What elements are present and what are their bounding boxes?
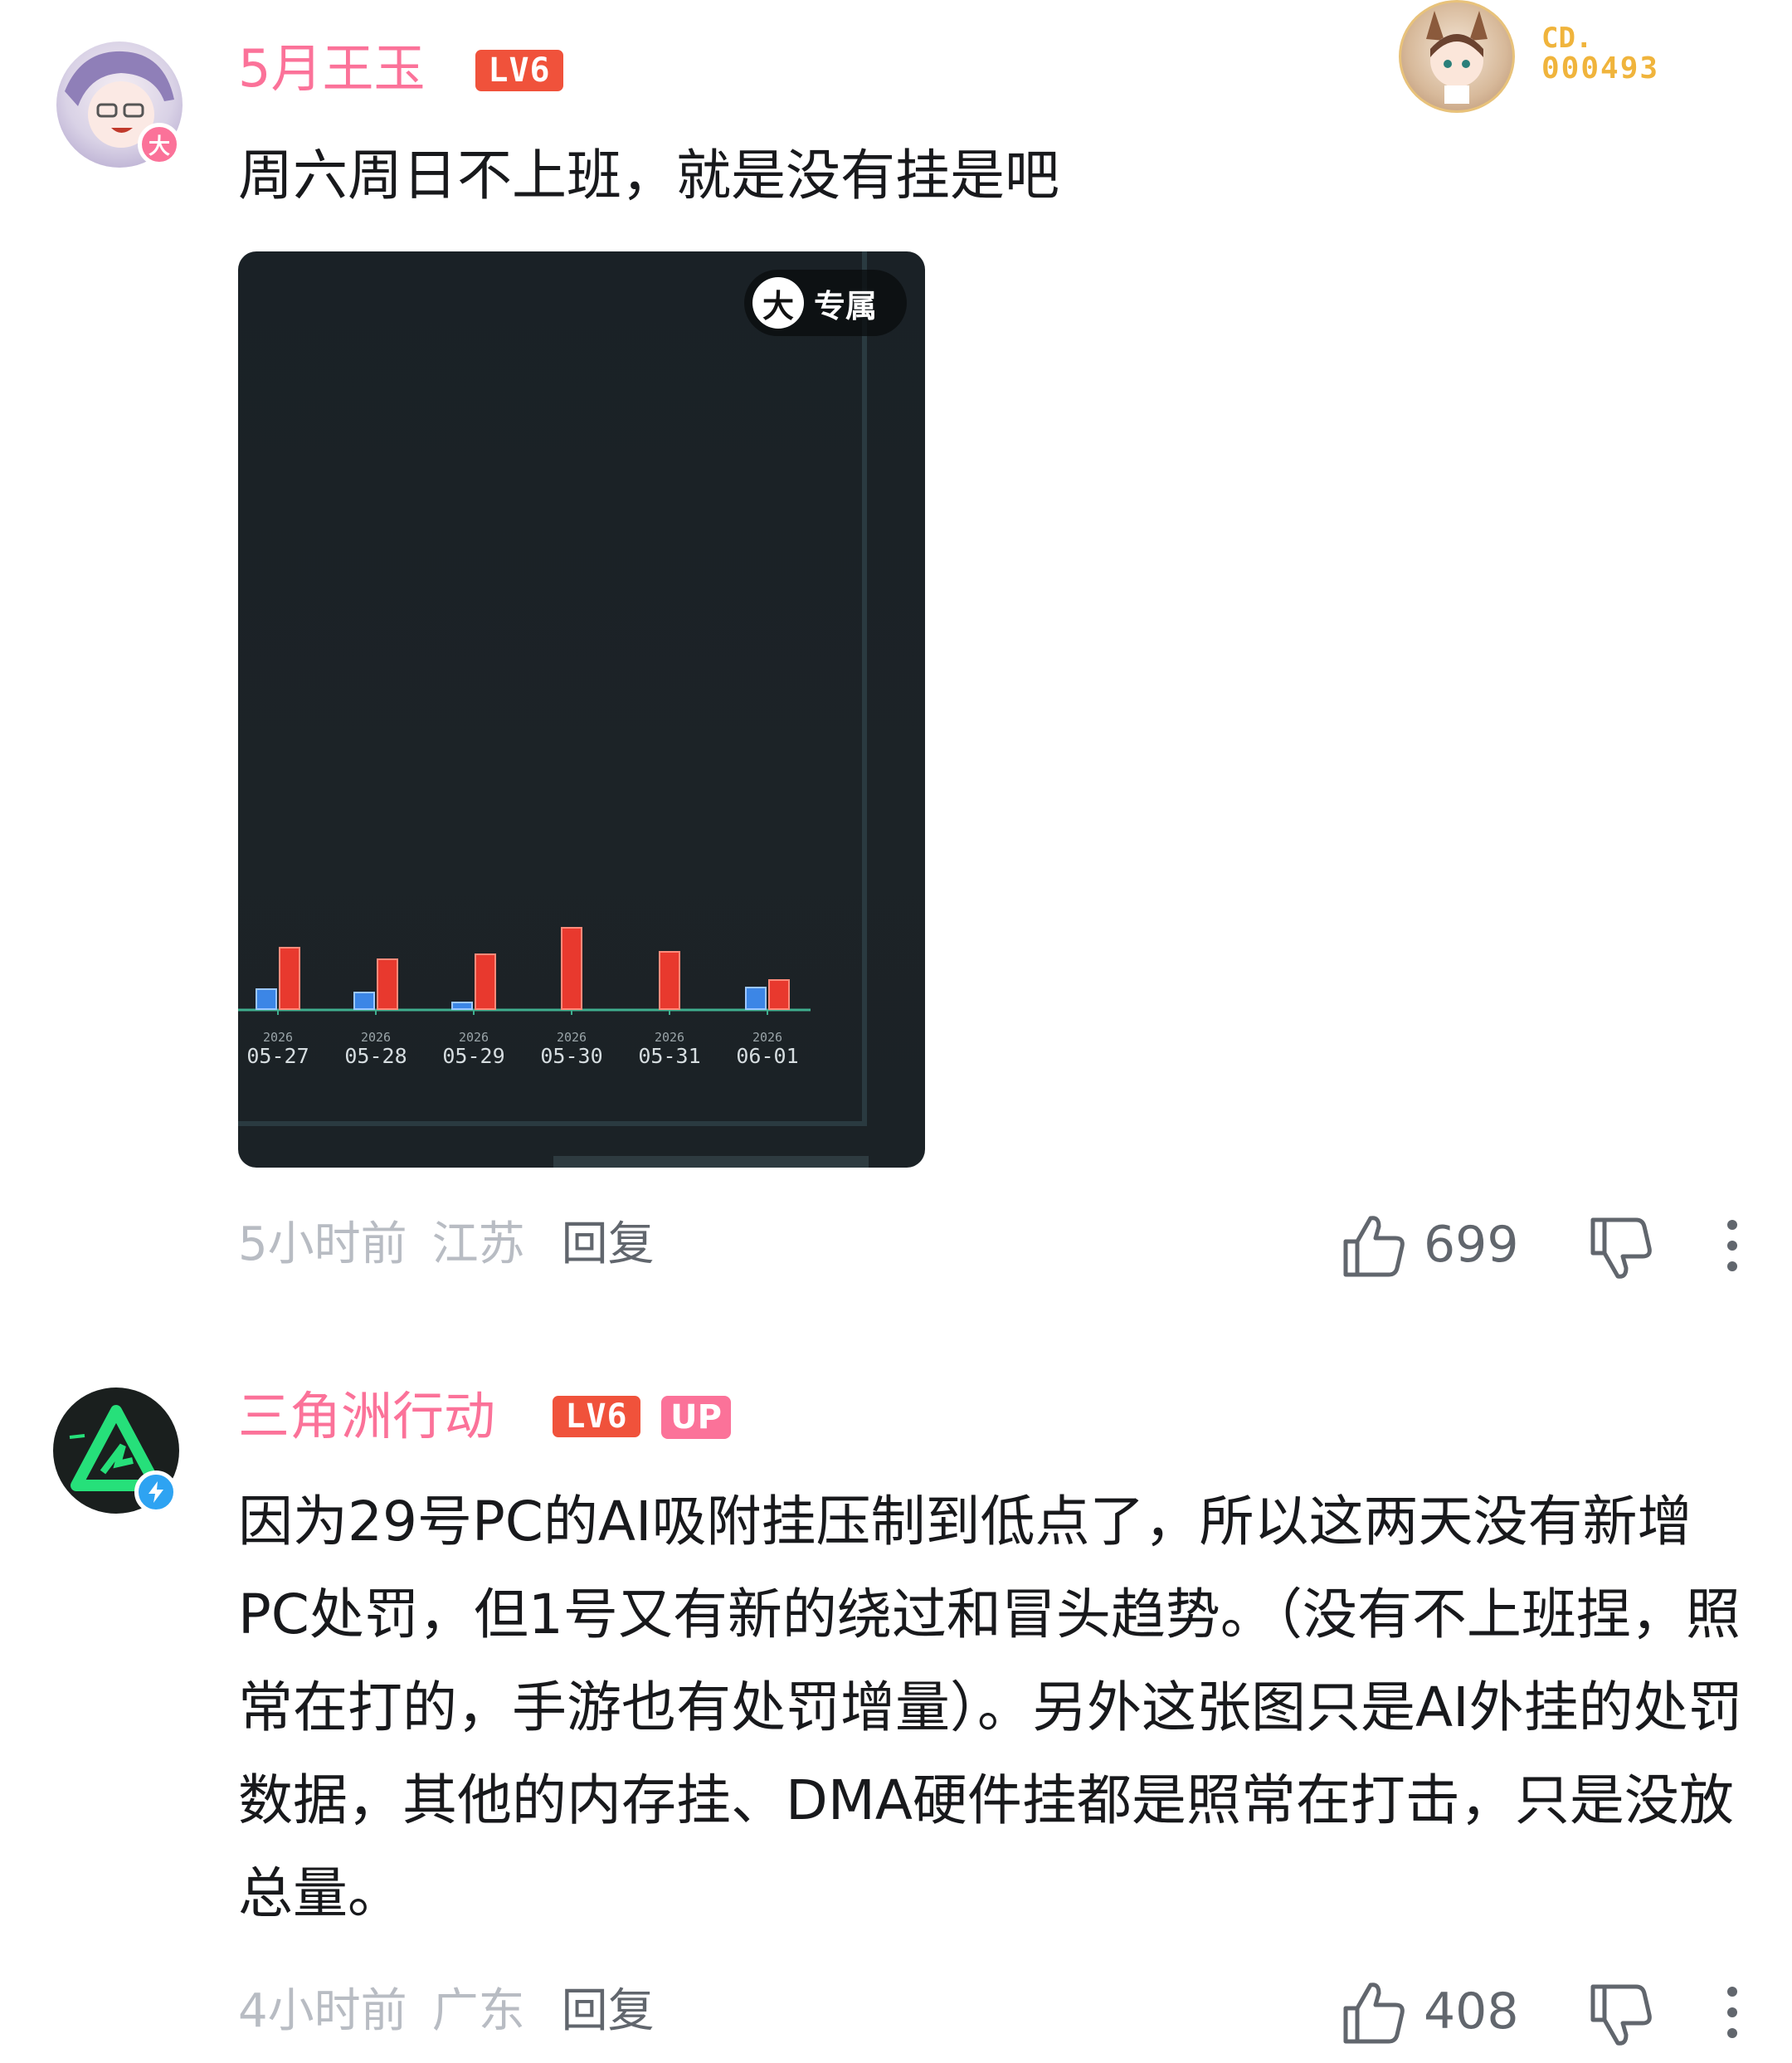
comment-time: 5小时前 <box>238 1217 407 1271</box>
x-tick-date: 05-30 <box>540 1044 603 1068</box>
level-badge: LV6 <box>553 1396 640 1437</box>
reply-button[interactable]: 回复 <box>562 1222 655 1268</box>
bar-blue <box>745 987 767 1010</box>
image-caption-cutoff <box>553 1150 869 1168</box>
x-tick-label: 2026 05-27 <box>238 1030 319 1068</box>
comment-meta: 4小时前 广东 回复 <box>238 1988 655 2035</box>
like-icon[interactable] <box>1341 1980 1407 2045</box>
fan-badge-number-line1: CD. <box>1541 22 1593 55</box>
like-icon[interactable] <box>1341 1213 1407 1278</box>
x-tick-date: 05-27 <box>246 1044 309 1068</box>
comment-time: 4小时前 <box>238 1984 407 2038</box>
lightning-icon <box>149 1481 163 1503</box>
reply-button[interactable]: 回复 <box>562 1988 655 2035</box>
x-tick-label: 2026 06-01 <box>726 1030 809 1068</box>
dislike-icon[interactable] <box>1588 1217 1654 1281</box>
fan-badge-avatar <box>1399 0 1515 113</box>
like-count: 408 <box>1424 1983 1519 2041</box>
dislike-icon[interactable] <box>1588 1983 1654 2048</box>
x-tick-label: 2026 05-30 <box>530 1030 613 1068</box>
bar-red <box>377 958 398 1010</box>
comment-meta: 5小时前 江苏 回复 <box>238 1222 655 1268</box>
fan-badge[interactable]: CD. 000493 <box>1399 0 1681 113</box>
x-tick-date: 05-29 <box>442 1044 505 1068</box>
x-tick-label: 2026 05-29 <box>432 1030 515 1068</box>
x-tick-year: 2026 <box>752 1030 783 1045</box>
comment-text: 周六周日不上班，就是没有挂是吧 <box>238 144 1059 207</box>
more-options-icon[interactable] <box>1724 1985 1741 2040</box>
x-tick-year: 2026 <box>556 1030 587 1045</box>
more-options-icon[interactable] <box>1724 1218 1741 1273</box>
avatar-badge: 大 <box>138 123 181 166</box>
bar-blue <box>451 1002 473 1010</box>
username[interactable]: 三角洲行动 <box>238 1391 495 1442</box>
like-count: 699 <box>1424 1216 1519 1274</box>
x-tick-label: 2026 05-28 <box>334 1030 417 1068</box>
fan-badge-number-line2: 000493 <box>1541 51 1660 85</box>
comment-image[interactable]: 大 专属 2026 05-27 2026 05-28 2026 05-29 2026 05-3… <box>238 251 925 1168</box>
x-tick-year: 2026 <box>262 1030 294 1045</box>
bar-blue <box>353 992 375 1010</box>
bar-red <box>768 979 790 1010</box>
x-tick-date: 05-31 <box>638 1044 701 1068</box>
comment-text: 因为29号PC的AI吸附挂压制到低点了，所以这两天没有新增PC处罚，但1号又有新… <box>238 1490 1743 1925</box>
x-tick-year: 2026 <box>654 1030 685 1045</box>
bar-red <box>475 953 496 1010</box>
bar-red <box>279 947 300 1010</box>
comment-location: 江苏 <box>431 1217 525 1271</box>
x-tick-label: 2026 05-31 <box>628 1030 711 1068</box>
x-tick-year: 2026 <box>360 1030 392 1045</box>
level-badge: LV6 <box>475 50 563 91</box>
bar-blue <box>256 988 277 1010</box>
x-tick-year: 2026 <box>458 1030 489 1045</box>
x-tick-date: 06-01 <box>736 1044 799 1068</box>
comment-location: 广东 <box>431 1984 525 2038</box>
bar-red <box>659 951 680 1010</box>
verified-badge <box>134 1470 178 1514</box>
username[interactable]: 5月王玉 <box>238 43 425 95</box>
bar-red <box>561 927 582 1010</box>
x-tick-date: 05-28 <box>344 1044 407 1068</box>
up-badge: UP <box>661 1396 731 1439</box>
